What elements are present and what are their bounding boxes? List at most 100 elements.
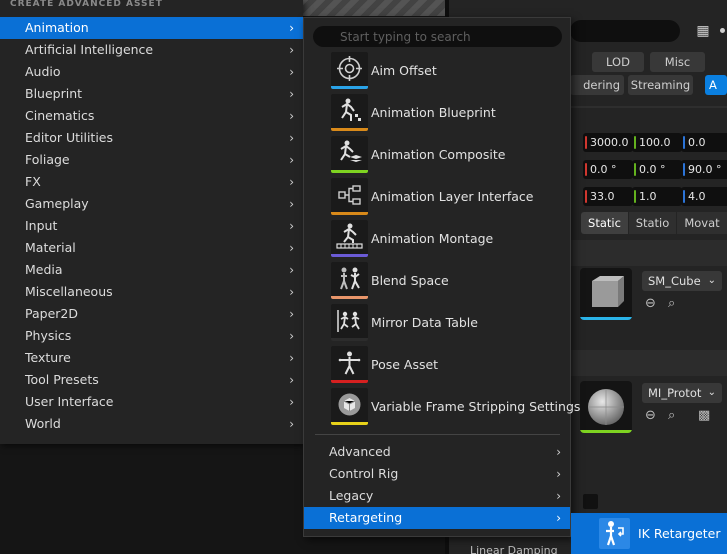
menu-item-artificial-intelligence[interactable]: Artificial Intelligence ›: [0, 39, 303, 61]
asset-search-input[interactable]: [313, 26, 562, 47]
menu-item-fx[interactable]: FX ›: [0, 171, 303, 193]
asset-item-animation-blueprint[interactable]: Animation Blueprint: [304, 92, 570, 134]
menu-item-material[interactable]: Material ›: [0, 237, 303, 259]
details-tab-all[interactable]: A: [705, 75, 727, 95]
aim-offset-icon: [331, 52, 368, 89]
asset-type-bar: [331, 212, 368, 215]
menu-item-user-interface[interactable]: User Interface ›: [0, 391, 303, 413]
details-table-view-icon[interactable]: ▦: [690, 20, 716, 42]
menu-item-label: Paper2D: [25, 306, 78, 321]
menu-item-label: Input: [25, 218, 58, 233]
menu-item-label: Tool Presets: [25, 372, 99, 387]
chevron-right-icon: ›: [556, 489, 561, 503]
menu-item-texture[interactable]: Texture ›: [0, 347, 303, 369]
rotation-y-field[interactable]: 0.0 °: [632, 160, 682, 179]
menu-item-label: Blueprint: [25, 86, 83, 101]
chevron-right-icon: ›: [289, 307, 294, 321]
menu-item-animation[interactable]: Animation ›: [0, 17, 303, 39]
menu-item-gameplay[interactable]: Gameplay ›: [0, 193, 303, 215]
menu-item-physics[interactable]: Physics ›: [0, 325, 303, 347]
asset-item-mirror-data-table[interactable]: Mirror Data Table: [304, 302, 570, 344]
asset-item-label: Animation Layer Interface: [371, 189, 534, 204]
menu-item-tool-presets[interactable]: Tool Presets ›: [0, 369, 303, 391]
location-z-field[interactable]: 0.0: [681, 133, 727, 152]
asset-item-animation-composite[interactable]: Animation Composite: [304, 134, 570, 176]
rotation-z-field[interactable]: 90.0 °: [681, 160, 727, 179]
static-mesh-thumbnail[interactable]: [580, 268, 632, 320]
browse-asset-icon[interactable]: ⌕: [668, 296, 675, 311]
menu-item-miscellaneous[interactable]: Miscellaneous ›: [0, 281, 303, 303]
mobility-static-button[interactable]: Static: [581, 212, 628, 234]
asset-item-aim-offset[interactable]: Aim Offset: [304, 50, 570, 92]
use-selected-icon[interactable]: ⊖: [645, 296, 656, 311]
chevron-right-icon: ›: [289, 351, 294, 365]
details-tab-streaming[interactable]: Streaming: [628, 75, 693, 95]
menu-item-paper2d[interactable]: Paper2D ›: [0, 303, 303, 325]
menu-item-label: Media: [25, 262, 63, 277]
asset-item-label: Animation Composite: [371, 147, 506, 162]
level-viewport[interactable]: [300, 0, 445, 16]
material-thumbnail[interactable]: [580, 381, 632, 433]
menu-item-media[interactable]: Media ›: [0, 259, 303, 281]
asset-type-bar: [331, 254, 368, 257]
details-tab-rendering[interactable]: dering: [570, 75, 624, 95]
linear-damping-label: Linear Damping: [470, 544, 558, 554]
menu-item-world[interactable]: World ›: [0, 413, 303, 435]
submenu-item-retargeting[interactable]: Retargeting ›: [304, 507, 570, 529]
static-mesh-value: SM_Cube: [648, 274, 701, 288]
material-sphere-icon: [588, 389, 624, 425]
static-mesh-dropdown[interactable]: SM_Cube ⌄: [642, 271, 722, 291]
create-advanced-asset-menu: CREATE ADVANCED ASSET Animation › Artific…: [0, 0, 303, 444]
asset-item-blend-space[interactable]: Blend Space: [304, 260, 570, 302]
scale-x-field[interactable]: 33.0: [583, 187, 633, 206]
asset-type-bar: [331, 86, 368, 89]
details-options-icon[interactable]: [720, 28, 725, 33]
chevron-right-icon: ›: [289, 175, 294, 189]
details-checkbox[interactable]: [583, 494, 598, 509]
scale-y-field[interactable]: 1.0: [632, 187, 682, 206]
location-x-field[interactable]: 3000.0: [583, 133, 633, 152]
asset-item-variable-frame-stripping-settings[interactable]: Variable Frame Stripping Settings: [304, 386, 580, 428]
menu-item-label: Animation: [25, 20, 89, 35]
menu-item-label: Gameplay: [25, 196, 89, 211]
asset-item-animation-layer-interface[interactable]: Animation Layer Interface: [304, 176, 570, 218]
menu-item-input[interactable]: Input ›: [0, 215, 303, 237]
menu-item-audio[interactable]: Audio ›: [0, 61, 303, 83]
retargeting-submenu: IK Retargeter: [571, 513, 727, 554]
details-tab-misc[interactable]: Misc: [650, 52, 705, 72]
browse-asset-icon[interactable]: ⌕: [668, 408, 675, 423]
menu-item-foliage[interactable]: Foliage ›: [0, 149, 303, 171]
rotation-x-field[interactable]: 0.0 °: [583, 160, 633, 179]
submenu-item-legacy[interactable]: Legacy ›: [304, 485, 570, 507]
menu-item-cinematics[interactable]: Cinematics ›: [0, 105, 303, 127]
chevron-right-icon: ›: [289, 87, 294, 101]
details-section-header: [570, 240, 727, 266]
asset-item-animation-montage[interactable]: Animation Montage: [304, 218, 570, 260]
ik-retargeter-label[interactable]: IK Retargeter: [638, 513, 721, 554]
checker-icon[interactable]: ▩: [698, 408, 710, 423]
animation-blueprint-icon: [331, 94, 368, 131]
submenu-item-advanced[interactable]: Advanced ›: [304, 441, 570, 463]
chevron-right-icon: ›: [556, 511, 561, 525]
menu-item-label: Audio: [25, 64, 61, 79]
ik-retargeter-icon: [599, 518, 630, 549]
chevron-right-icon: ›: [556, 467, 561, 481]
location-y-field[interactable]: 100.0: [632, 133, 682, 152]
chevron-down-icon: ⌄: [707, 275, 716, 286]
menu-item-label: Cinematics: [25, 108, 95, 123]
blend-space-icon: [331, 262, 368, 299]
mobility-movable-button[interactable]: Movat: [677, 212, 727, 234]
mesh-type-bar: [580, 317, 632, 320]
details-search-input[interactable]: [570, 20, 680, 42]
scale-z-field[interactable]: 4.0: [681, 187, 727, 206]
details-tab-lod[interactable]: LOD: [592, 52, 644, 72]
menu-item-editor-utilities[interactable]: Editor Utilities ›: [0, 127, 303, 149]
use-selected-icon[interactable]: ⊖: [645, 408, 656, 423]
menu-divider: [315, 434, 560, 435]
menu-item-blueprint[interactable]: Blueprint ›: [0, 83, 303, 105]
chevron-right-icon: ›: [289, 153, 294, 167]
asset-item-pose-asset[interactable]: Pose Asset: [304, 344, 570, 386]
submenu-item-control-rig[interactable]: Control Rig ›: [304, 463, 570, 485]
mobility-stationary-button[interactable]: Statio: [629, 212, 676, 234]
material-dropdown[interactable]: MI_Protot ⌄: [642, 383, 722, 403]
